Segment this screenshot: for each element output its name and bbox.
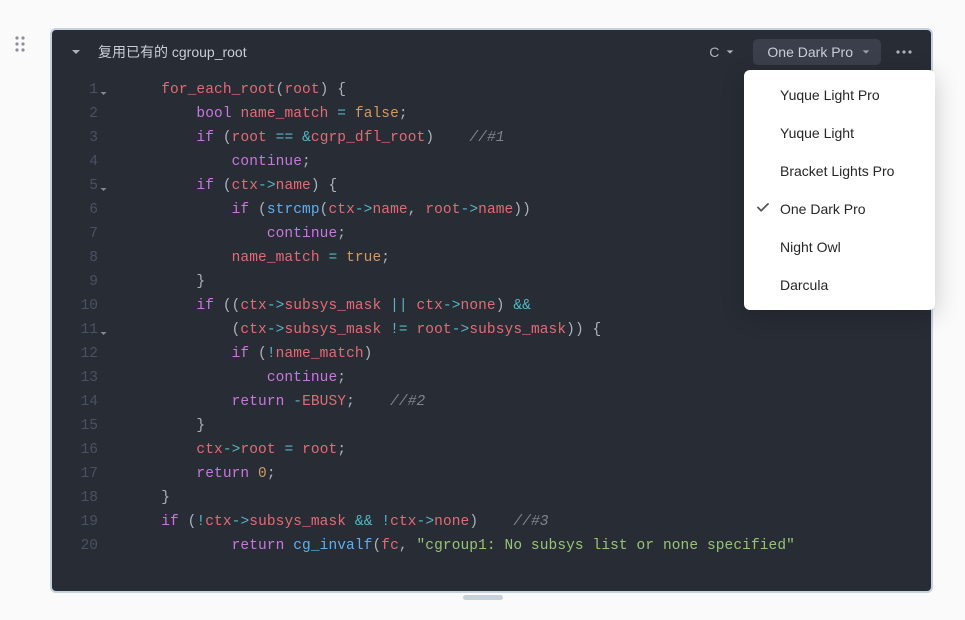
line-number: 11 [52, 318, 98, 342]
theme-dropdown: Yuque Light Pro Yuque Light Bracket Lights… [744, 70, 935, 310]
language-selector[interactable]: C [701, 40, 743, 64]
theme-option[interactable]: Night Owl [744, 228, 935, 266]
theme-option-label: Night Owl [780, 239, 841, 255]
toolbar: 复用已有的 cgroup_root C One Dark Pro Yuque L… [52, 30, 931, 74]
collapse-toggle[interactable] [70, 46, 82, 58]
line-number: 20 [52, 534, 98, 558]
line-number: 12 [52, 342, 98, 366]
fold-toggle-icon[interactable] [99, 179, 108, 203]
line-gutter: 1234567891011121314151617181920 [52, 74, 108, 585]
line-number: 17 [52, 462, 98, 486]
theme-option-label: Yuque Light [780, 125, 854, 141]
drag-handle-icon[interactable] [14, 35, 26, 53]
code-line[interactable]: return 0; [126, 462, 931, 486]
fold-toggle-icon[interactable] [99, 323, 108, 347]
line-number: 18 [52, 486, 98, 510]
code-line[interactable]: } [126, 486, 931, 510]
line-number: 13 [52, 366, 98, 390]
theme-option-label: Yuque Light Pro [780, 87, 880, 103]
block-title[interactable]: 复用已有的 cgroup_root [98, 42, 247, 62]
line-number: 15 [52, 414, 98, 438]
theme-selector[interactable]: One Dark Pro Yuque Light ProYuque LightB… [753, 39, 881, 65]
fold-toggle-icon[interactable] [99, 83, 108, 107]
line-number: 5 [52, 174, 98, 198]
check-icon [756, 201, 770, 218]
code-line[interactable]: return -EBUSY; //#2 [126, 390, 931, 414]
theme-option-label: One Dark Pro [780, 201, 866, 217]
code-block: 复用已有的 cgroup_root C One Dark Pro Yuque L… [50, 28, 933, 593]
theme-option[interactable]: One Dark Pro [744, 190, 935, 228]
line-number: 16 [52, 438, 98, 462]
code-line[interactable]: return cg_invalf(fc, "cgroup1: No subsys… [126, 534, 931, 558]
line-number: 10 [52, 294, 98, 318]
theme-option[interactable]: Bracket Lights Pro [744, 152, 935, 190]
theme-option[interactable]: Darcula [744, 266, 935, 304]
line-number: 2 [52, 102, 98, 126]
code-line[interactable]: (ctx->subsys_mask != root->subsys_mask))… [126, 318, 931, 342]
line-number: 8 [52, 246, 98, 270]
line-number: 9 [52, 270, 98, 294]
line-number: 19 [52, 510, 98, 534]
code-line[interactable]: continue; [126, 366, 931, 390]
theme-option[interactable]: Yuque Light Pro [744, 76, 935, 114]
code-line[interactable]: if (!name_match) [126, 342, 931, 366]
line-number: 4 [52, 150, 98, 174]
theme-option[interactable]: Yuque Light [744, 114, 935, 152]
line-number: 1 [52, 78, 98, 102]
line-number: 14 [52, 390, 98, 414]
line-number: 6 [52, 198, 98, 222]
code-line[interactable]: if (!ctx->subsys_mask && !ctx->none) //#… [126, 510, 931, 534]
theme-option-label: Bracket Lights Pro [780, 163, 894, 179]
code-line[interactable]: ctx->root = root; [126, 438, 931, 462]
language-label: C [709, 44, 719, 60]
line-number: 7 [52, 222, 98, 246]
resize-handle[interactable] [463, 595, 503, 600]
code-line[interactable]: } [126, 414, 931, 438]
theme-label: One Dark Pro [767, 44, 853, 60]
theme-option-label: Darcula [780, 277, 828, 293]
more-menu-button[interactable] [891, 39, 917, 65]
line-number: 3 [52, 126, 98, 150]
